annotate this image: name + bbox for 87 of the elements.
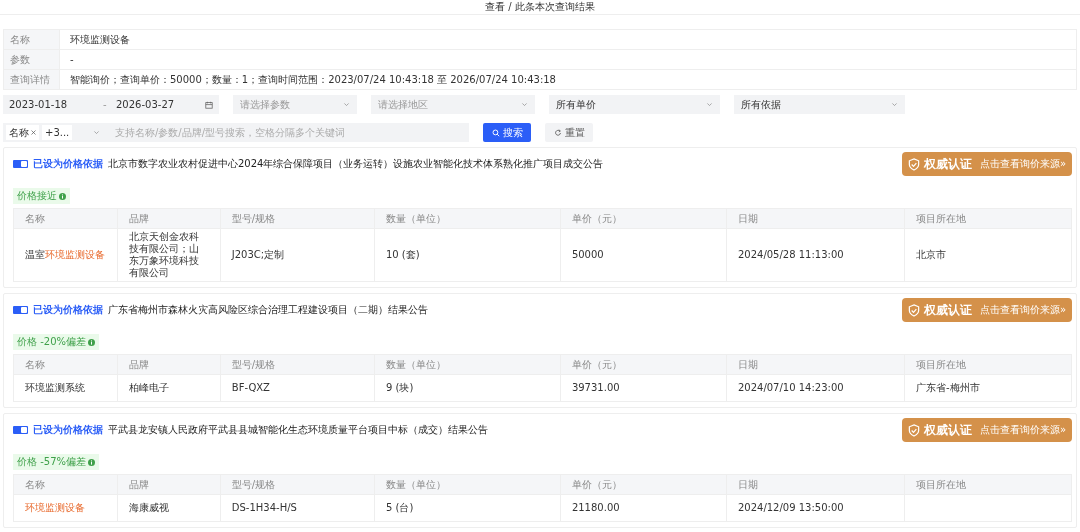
table-cell: 39731.00 (560, 374, 727, 401)
info-value: - (60, 50, 1076, 70)
column-header: 项目所在地 (904, 355, 1071, 374)
toggle-switch[interactable] (13, 160, 28, 168)
shield-check-icon (907, 157, 920, 171)
info-icon (88, 458, 95, 466)
column-header: 日期 (726, 355, 905, 374)
calendar-icon (205, 100, 213, 109)
info-label: 名称 (4, 30, 60, 50)
toggle-switch[interactable] (13, 426, 28, 434)
table-cell: 海康威视 (118, 494, 221, 521)
shield-check-icon (907, 303, 920, 317)
select-field[interactable]: 所有依据 (734, 95, 905, 114)
table-cell: 9 (块) (374, 374, 561, 401)
table-cell: 50000 (560, 228, 727, 281)
column-header: 型号/规格 (220, 475, 375, 494)
column-header: 名称 (14, 209, 119, 228)
column-header: 单价（元） (560, 355, 727, 374)
announcement-title: 广东省梅州市森林火灾高风险区综合治理工程建设项目（二期）结果公告 (108, 303, 428, 317)
shield-check-icon (907, 423, 920, 437)
column-header: 项目所在地 (904, 475, 1071, 494)
info-value: 环境监测设备 (60, 30, 1076, 50)
close-icon (31, 130, 36, 135)
chevron-down-icon (93, 129, 100, 136)
column-header: 品牌 (118, 355, 221, 374)
info-label: 参数 (4, 50, 60, 70)
column-header: 品牌 (118, 475, 221, 494)
end-date: 2026-03-27 (116, 99, 176, 110)
start-date: 2023-01-18 (9, 99, 69, 110)
table-cell: 5 (台) (374, 494, 561, 521)
toggle-switch[interactable] (13, 306, 28, 314)
price-tag: 价格接近 (13, 188, 70, 204)
basis-label: 已设为价格依据 (33, 423, 103, 437)
filter-tag[interactable]: +3... (42, 125, 73, 140)
table-cell: 2024/07/10 14:23:00 (726, 374, 905, 401)
reset-button[interactable]: 重置 (545, 123, 593, 142)
chevron-down-icon (891, 101, 898, 108)
column-header: 名称 (14, 475, 119, 494)
date-range-field[interactable]: 2023-01-18 - 2026-03-27 (3, 95, 219, 114)
table-cell: 2024/12/09 13:50:00 (726, 494, 905, 521)
chevron-down-icon (521, 101, 528, 108)
announcement-title: 北京市数字农业农村促进中心2024年综合保障项目（业务运转）设施农业智能化技术体系熟化推广项目成交公告 (108, 157, 604, 171)
search-button[interactable]: 搜索 (483, 123, 531, 142)
column-header: 名称 (14, 355, 119, 374)
page-title: 查看 / 此条本次查询结果 (485, 1, 595, 13)
reload-icon (553, 128, 562, 137)
info-icon (59, 192, 66, 200)
basis-label: 已设为价格依据 (33, 157, 103, 171)
price-tag: 价格 -57%偏差 (13, 454, 99, 470)
table-cell: 2024/05/28 11:13:00 (726, 228, 905, 281)
table-cell: 温室环境监测设备 (14, 228, 119, 281)
table-cell: 柏峰电子 (118, 374, 221, 401)
table-cell: 北京天创金农科技有限公司；山东万象环境科技有限公司 (118, 228, 221, 281)
column-header: 单价（元） (560, 209, 727, 228)
info-value: 智能询价；查询单价：50000；数量：1；查询时间范围：2023/07/24 10:43:18 至 2026/07/24 10:43:18 (69, 73, 557, 87)
chevron-down-icon (343, 101, 350, 108)
price-tag: 价格 -20%偏差 (13, 334, 99, 350)
column-header: 项目所在地 (904, 209, 1071, 228)
select-field[interactable]: 所有单价 (549, 95, 720, 114)
basis-label: 已设为价格依据 (33, 303, 103, 317)
table-cell: J203C;定制 (220, 228, 375, 281)
column-header: 日期 (726, 209, 905, 228)
column-header: 单价（元） (560, 475, 727, 494)
column-header: 型号/规格 (220, 355, 375, 374)
table-cell: DS-1H34-H/S (220, 494, 375, 521)
table-cell: 广东省-梅州市 (904, 374, 1071, 401)
table-cell: 环境监测设备 (14, 494, 119, 521)
table-cell: 10 (套) (374, 228, 561, 281)
info-icon (88, 338, 95, 346)
info-label: 查询详情 (4, 70, 60, 89)
date-separator: - (103, 99, 108, 110)
column-header: 数量（单位） (374, 209, 561, 228)
filter-tag[interactable]: 名称 (6, 125, 39, 140)
column-header: 日期 (726, 475, 905, 494)
table-cell: 21180.00 (560, 494, 727, 521)
tag-select-field[interactable]: 名称 +3... (3, 123, 107, 142)
chevron-down-icon (706, 101, 713, 108)
announcement-title: 平武县龙安镇人民政府平武县县城智能化生态环境质量平台项目中标（成交）结果公告 (108, 423, 488, 437)
table-cell: BF-QXZ (220, 374, 375, 401)
column-header: 品牌 (118, 209, 221, 228)
table-cell: 环境监测系统 (14, 374, 119, 401)
column-header: 型号/规格 (220, 209, 375, 228)
column-header: 数量（单位） (374, 355, 561, 374)
table-cell: 北京市 (904, 228, 1071, 281)
search-icon (491, 128, 500, 137)
search-field[interactable]: 支持名称/参数/品牌/型号搜索，空格分隔多个关键词 (107, 123, 469, 142)
column-header: 数量（单位） (374, 475, 561, 494)
